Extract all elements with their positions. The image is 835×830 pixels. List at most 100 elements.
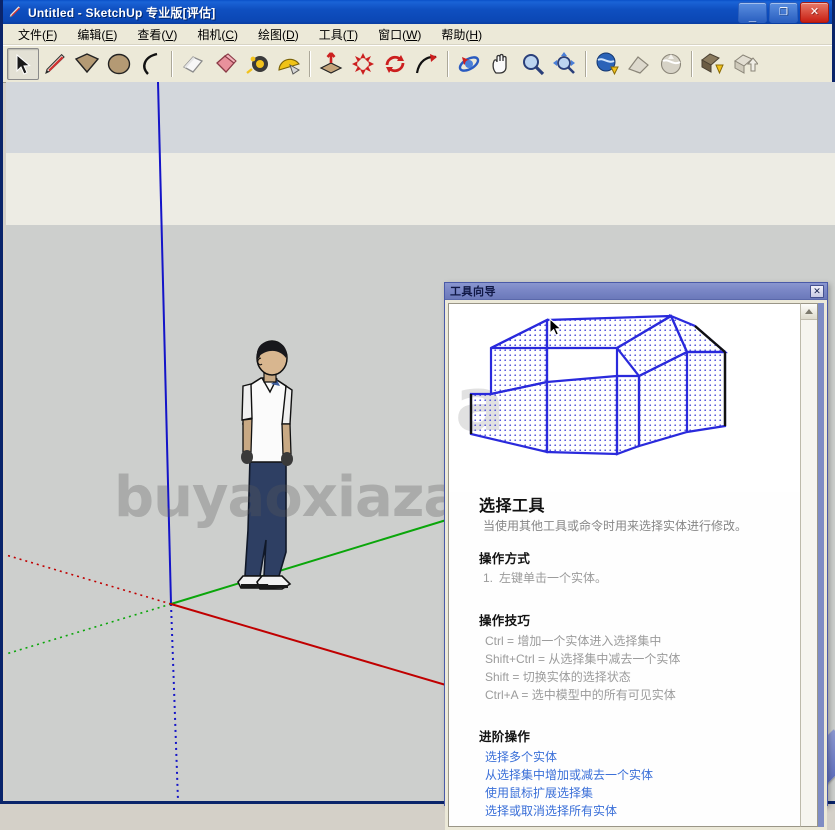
zoom-extents-icon	[552, 51, 578, 77]
menu-c[interactable]: 相机(C)	[188, 24, 247, 45]
section-links: 选择多个实体 从选择集中增加或减去一个实体 使用鼠标扩展选择集 选择或取消选择所有实体	[479, 748, 784, 820]
main-toolbar	[3, 45, 832, 83]
arc-icon	[138, 51, 164, 77]
toolbar-group-modify-tools	[315, 48, 443, 80]
push-pull-button[interactable]	[315, 48, 347, 80]
list-item: 从选择集中增加或减去一个实体	[479, 766, 784, 784]
rectangle-button[interactable]	[71, 48, 103, 80]
step-number: 1.	[483, 571, 494, 586]
close-button[interactable]: ✕	[800, 2, 829, 23]
selected-house-wireframe-illustration: a	[449, 304, 800, 492]
zoom-extents-button[interactable]	[549, 48, 581, 80]
list-item: 选择多个实体	[479, 748, 784, 766]
standing-person-scale-figure[interactable]	[224, 340, 324, 610]
menu-w[interactable]: 窗口(W)	[369, 24, 430, 45]
follow-me-button[interactable]	[411, 48, 443, 80]
select-arrow-icon	[11, 52, 35, 76]
paint-bucket-button[interactable]	[209, 48, 241, 80]
pencil-line-button[interactable]	[39, 48, 71, 80]
menu-d[interactable]: 绘图(D)	[249, 24, 308, 45]
section-tips: Ctrl = 增加一个实体进入选择集中 Shift+Ctrl = 从选择集中减去一…	[479, 632, 784, 704]
protractor-icon	[276, 51, 302, 77]
minimize-button[interactable]: _	[738, 2, 767, 23]
minimize-icon: _	[748, 7, 757, 23]
share-model-button[interactable]	[729, 48, 761, 80]
move-button[interactable]	[347, 48, 379, 80]
toolbar-separator	[309, 50, 311, 77]
get-current-view-button[interactable]	[591, 48, 623, 80]
toolbar-group-principal	[7, 47, 167, 80]
section-steps: 1. 左键单击一个实体。	[479, 570, 784, 587]
get-current-view-icon	[594, 51, 620, 77]
menu-v[interactable]: 查看(V)	[128, 24, 186, 45]
zoom-magnifier-button[interactable]	[517, 48, 549, 80]
list-item: 选择或取消选择所有实体	[479, 802, 784, 820]
toggle-terrain-icon	[626, 51, 652, 77]
toggle-terrain-button[interactable]	[623, 48, 655, 80]
get-models-button[interactable]	[697, 48, 729, 80]
instructor-title: 工具向导	[450, 286, 496, 298]
orbit-icon	[456, 51, 482, 77]
menu-h[interactable]: 帮助(H)	[432, 24, 491, 45]
orbit-button[interactable]	[453, 48, 485, 80]
eraser-button[interactable]	[177, 48, 209, 80]
pencil-line-icon	[42, 51, 68, 77]
arc-button[interactable]	[135, 48, 167, 80]
instructor-titlebar[interactable]: 工具向导 ✕	[445, 283, 827, 300]
mouse-cursor-icon	[549, 317, 563, 343]
maximize-button[interactable]: ❐	[769, 2, 798, 23]
menu-f[interactable]: 文件(F)	[9, 24, 66, 45]
chevron-up-icon	[805, 309, 813, 314]
paint-bucket-icon	[212, 51, 238, 77]
toolbar-separator	[447, 50, 449, 77]
list-item: Ctrl+A = 选中模型中的所有可见实体	[485, 687, 676, 702]
advanced-operation-link[interactable]: 选择多个实体	[485, 748, 784, 766]
window-title: Untitled - SketchUp 专业版[评估]	[28, 5, 216, 20]
instructor-dialog[interactable]: 工具向导 ✕ a	[444, 282, 828, 830]
advanced-operation-link[interactable]: 选择或取消选择所有实体	[485, 802, 784, 820]
list-item: Shift+Ctrl = 从选择集中减去一个实体	[485, 651, 681, 666]
instructor-body: a	[445, 300, 827, 830]
close-icon: ✕	[809, 6, 820, 18]
circle-button[interactable]	[103, 48, 135, 80]
instructor-sections: 操作方式 1. 左键单击一个实体。 操作技巧 Ctrl = 增加一个实体进入选择集中 Sh…	[479, 548, 784, 819]
toolbar-separator	[691, 50, 693, 77]
rotate-icon	[382, 51, 408, 77]
place-model-button[interactable]	[655, 48, 687, 80]
instructor-close-button[interactable]: ✕	[810, 285, 824, 298]
tape-measure-button[interactable]	[241, 48, 273, 80]
advanced-operation-link[interactable]: 从选择集中增加或减去一个实体	[485, 766, 784, 784]
toolbar-group-warehouse-tools	[697, 48, 761, 80]
pan-hand-icon	[488, 51, 514, 77]
tool-heading: 选择工具	[479, 498, 546, 515]
window-titlebar[interactable]: Untitled - SketchUp 专业版[评估] _ ❐ ✕	[3, 0, 832, 24]
dialog-right-edge	[818, 303, 824, 827]
toolbar-group-google-tools	[591, 48, 687, 80]
get-models-icon	[700, 51, 726, 77]
toolbar-separator	[585, 50, 587, 77]
section-heading: 操作方式	[479, 552, 531, 567]
close-icon: ✕	[813, 286, 821, 296]
advanced-operation-link[interactable]: 使用鼠标扩展选择集	[485, 784, 784, 802]
move-icon	[350, 51, 376, 77]
instructor-scrollbar[interactable]	[800, 303, 818, 827]
menu-t[interactable]: 工具(T)	[310, 24, 367, 45]
rectangle-icon	[74, 51, 100, 77]
scrollbar-track[interactable]	[801, 320, 817, 826]
place-model-icon	[658, 51, 684, 77]
share-model-icon	[732, 51, 760, 77]
protractor-button[interactable]	[273, 48, 305, 80]
menubar: 文件(F) 编辑(E) 查看(V) 相机(C) 绘图(D) 工具(T) 窗口(W) 帮助(H)	[3, 24, 832, 45]
select-arrow-button[interactable]	[7, 47, 39, 80]
toolbar-group-edit-tools	[177, 48, 305, 80]
tool-subheading: 当使用其他工具或命令时用来选择实体进行修改。	[483, 519, 748, 533]
menu-e[interactable]: 编辑(E)	[68, 24, 126, 45]
list-item: Shift = 切换实体的选择状态	[485, 669, 631, 684]
rotate-button[interactable]	[379, 48, 411, 80]
sketchup-pencil-icon	[7, 4, 23, 20]
scroll-up-button[interactable]	[801, 304, 817, 320]
list-item: Ctrl = 增加一个实体进入选择集中	[485, 633, 662, 648]
instructor-text-content: 选择工具 当使用其他工具或命令时用来选择实体进行修改。 操作方式 1. 左键单击一个…	[449, 492, 800, 826]
section-heading: 操作技巧	[479, 613, 531, 628]
pan-hand-button[interactable]	[485, 48, 517, 80]
